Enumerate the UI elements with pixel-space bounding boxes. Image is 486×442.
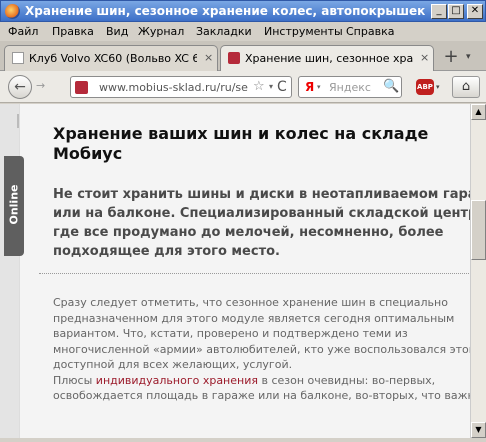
tab-label: Хранение шин, сезонное хранен… [245,52,413,65]
title-bar: Хранение шин, сезонное хранение колес, а… [0,0,486,22]
lead-line: или на балконе. Специализированный склад… [53,206,470,221]
navigation-bar: ← → www.mobius-sklad.ru/ru/se ☆ ▾ C Я ▾ … [0,71,486,103]
menu-view[interactable]: Вид [106,25,128,38]
tab-close-icon[interactable]: × [420,51,429,64]
menu-bar: Файл Правка Вид Журнал Закладки Инструме… [0,22,486,41]
window-title: Хранение шин, сезонное хранение колес, а… [25,4,425,18]
lead-line: где все продумано до мелочей, несомненно… [53,225,444,240]
left-strip [0,104,20,438]
tab-label: Клуб Volvo XC60 (Вольво XC 60) [29,52,197,65]
body-line: Плюсы индивидуального хранения в сезон о… [53,373,470,389]
page-title: Хранение ваших шин и колес на складе Моб… [53,124,463,164]
scroll-down-button[interactable]: ▼ [471,422,486,438]
menu-bookmarks[interactable]: Закладки [196,25,252,38]
search-box[interactable]: Я ▾ Яндекс 🔍 [298,76,402,98]
new-tab-button[interactable]: + [440,48,462,68]
body-line: доступной для всех желающих, услугой. [53,358,293,371]
menu-edit[interactable]: Правка [52,25,94,38]
tab-volvo[interactable]: Клуб Volvo XC60 (Вольво XC 60) × [4,45,218,71]
site-identity-icon[interactable] [75,81,88,94]
body-line: многочисленной «армии» автолюбителей, кт… [53,342,470,356]
adblock-dropdown-icon[interactable]: ▾ [436,83,440,91]
menu-help[interactable]: Справка [346,25,394,38]
menu-file[interactable]: Файл [8,25,38,38]
search-icon[interactable]: 🔍 [383,79,399,94]
individual-storage-link[interactable]: индивидуального хранения [96,374,258,387]
adblock-plus-icon[interactable]: ABP [416,79,434,95]
url-bar[interactable]: www.mobius-sklad.ru/ru/se ☆ ▾ C [70,76,292,98]
body-text: Сразу следует отметить, что сезонное хра… [53,295,470,404]
home-button[interactable]: ⌂ [452,76,480,98]
tab-list-icon[interactable]: ▾ [466,52,471,62]
reload-icon[interactable]: C [277,79,287,95]
back-button[interactable]: ← [8,75,32,99]
menu-tools[interactable]: Инструменты [264,25,343,38]
divider [17,114,19,128]
search-engine-dropdown-icon[interactable]: ▾ [317,83,321,91]
page-content: Online Хранение ваших шин и колес на скл… [0,104,470,438]
scroll-up-button[interactable]: ▲ [471,104,486,120]
online-label: Online [7,184,21,225]
title-line: Мобиус [53,144,123,163]
lead-line: подходящее для этого место. [53,244,280,259]
firefox-icon [5,4,20,19]
online-chat-tab[interactable]: Online [4,156,24,256]
tab-close-icon[interactable]: × [204,51,213,64]
section-divider [39,273,470,274]
body-line: Сразу следует отметить, что сезонное хра… [53,296,448,309]
body-line: предназначенном для этого модуле являетс… [53,311,455,325]
body-line: вариантом. Что, кстати, проверено и подт… [53,327,408,340]
window-bottom-edge [0,438,486,442]
bookmark-star-icon[interactable]: ☆ [253,79,265,94]
minimize-button[interactable]: _ [431,4,447,19]
lead-line: Не стоит хранить шины и диски в неотапли… [53,187,470,202]
close-button[interactable]: ✕ [467,4,483,19]
mobius-icon [228,52,240,64]
body-line: освобождается площадь в гараже или на ба… [53,389,470,402]
tab-strip: Клуб Volvo XC60 (Вольво XC 60) × Хранени… [0,41,486,71]
maximize-button[interactable]: □ [448,4,464,19]
url-text[interactable]: www.mobius-sklad.ru/ru/se [99,81,249,94]
menu-history[interactable]: Журнал [138,25,184,38]
forward-button[interactable]: → [36,79,56,97]
vertical-scrollbar[interactable]: ▲ ▼ [470,104,486,438]
title-line: Хранение ваших шин и колес на складе [53,124,429,143]
url-dropdown-icon[interactable]: ▾ [269,82,273,91]
text-span: в сезон очевидны: во-первых, [257,373,436,387]
text-span: Плюсы [53,373,96,387]
search-input[interactable]: Яндекс [329,81,371,94]
page-icon [12,52,24,64]
scroll-thumb[interactable] [471,200,486,260]
yandex-icon[interactable]: Я [305,80,314,94]
tab-mobius[interactable]: Хранение шин, сезонное хранен… × [220,45,434,71]
lead-paragraph: Не стоит хранить шины и диски в неотапли… [53,185,470,261]
